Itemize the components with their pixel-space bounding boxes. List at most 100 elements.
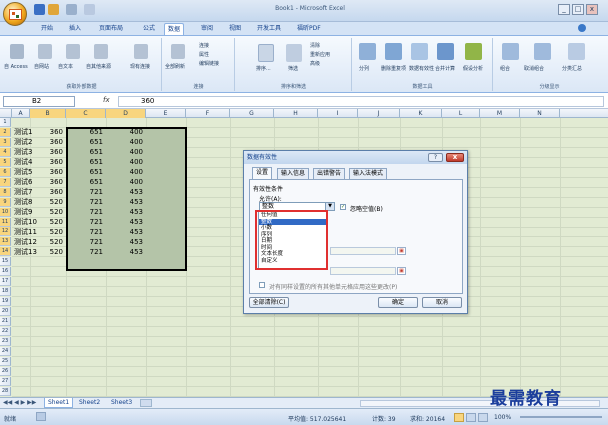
normal-view-icon[interactable] [454, 413, 464, 422]
cell-value-d[interactable]: 453 [106, 208, 146, 217]
existing-connections-label[interactable]: 现有连接 [130, 63, 150, 70]
cell-value-b[interactable]: 520 [30, 248, 66, 257]
column-header-f[interactable]: F [186, 109, 230, 118]
from-text-label[interactable]: 自文本 [58, 63, 73, 70]
insert-function-icon[interactable]: fx [103, 96, 110, 104]
row-header-23[interactable]: 23 [0, 336, 11, 346]
refresh-all-label[interactable]: 全部刷新 [165, 63, 185, 70]
cell-value-c[interactable]: 721 [66, 228, 106, 237]
cell-value-b[interactable]: 360 [30, 178, 66, 187]
cell-name[interactable]: 测试1 [14, 128, 32, 137]
tab-formulas[interactable]: 公式 [140, 23, 158, 35]
column-header-l[interactable]: L [442, 109, 480, 118]
clear-label[interactable]: 清除 [310, 42, 320, 49]
consolidate-label[interactable]: 合并计算 [435, 65, 455, 72]
select-all-corner[interactable] [0, 109, 12, 118]
chevron-down-icon[interactable]: ▼ [325, 203, 334, 210]
cell-value-c[interactable]: 721 [66, 188, 106, 197]
sheet-tab-3[interactable]: Sheet3 [108, 398, 135, 408]
column-header-k[interactable]: K [400, 109, 442, 118]
column-header-n[interactable]: N [520, 109, 560, 118]
cell-name[interactable]: 测试3 [14, 148, 32, 157]
row-header-1[interactable]: 1 [0, 118, 11, 127]
row-header-20[interactable]: 20 [0, 307, 11, 317]
row-header-27[interactable]: 27 [0, 376, 11, 386]
row-header-26[interactable]: 26 [0, 366, 11, 376]
group-label[interactable]: 组合 [500, 65, 510, 72]
cell-name[interactable]: 测试5 [14, 168, 32, 177]
clear-all-button[interactable]: 全部清除(C) [249, 297, 289, 308]
tab-review[interactable]: 审阅 [198, 23, 216, 35]
cell-value-d[interactable]: 400 [106, 158, 146, 167]
cell-value-d[interactable]: 453 [106, 248, 146, 257]
cell-value-b[interactable]: 520 [30, 218, 66, 227]
row-header-16[interactable]: 16 [0, 267, 11, 277]
row-header-9[interactable]: 9 [0, 197, 11, 207]
advanced-label[interactable]: 高级 [310, 60, 320, 67]
ignore-blank-checkbox[interactable]: ✓ [340, 204, 346, 210]
cell-name[interactable]: 测试13 [14, 248, 37, 257]
connections-label[interactable]: 连接 [199, 42, 209, 49]
cell-value-d[interactable]: 400 [106, 148, 146, 157]
cell-value-d[interactable]: 453 [106, 238, 146, 247]
row-header-21[interactable]: 21 [0, 317, 11, 326]
sheet-tab-2[interactable]: Sheet2 [76, 398, 103, 408]
data-validation-icon[interactable] [411, 43, 428, 60]
consolidate-icon[interactable] [437, 43, 454, 60]
row-header-8[interactable]: 8 [0, 187, 11, 197]
row-header-12[interactable]: 12 [0, 227, 11, 237]
cell-name[interactable]: 测试4 [14, 158, 32, 167]
row-header-17[interactable]: 17 [0, 277, 11, 287]
tab-data[interactable]: 数据 [164, 23, 185, 35]
page-layout-view-icon[interactable] [466, 413, 476, 422]
row-header-6[interactable]: 6 [0, 167, 11, 177]
page-break-view-icon[interactable] [478, 413, 488, 422]
row-header-14[interactable]: 14 [0, 247, 11, 257]
row-header-3[interactable]: 3 [0, 137, 11, 147]
cell-value-b[interactable]: 360 [30, 168, 66, 177]
cell-name[interactable]: 测试6 [14, 178, 32, 187]
sort-icon[interactable] [258, 44, 274, 62]
ungroup-icon[interactable] [534, 43, 551, 60]
cell-value-b[interactable]: 360 [30, 158, 66, 167]
cell-value-d[interactable]: 400 [106, 138, 146, 147]
undo-icon[interactable] [48, 4, 59, 15]
remove-duplicates-label[interactable]: 删除重复项 [381, 65, 406, 72]
cell-value-b[interactable]: 360 [30, 128, 66, 137]
other-sources-icon[interactable] [94, 44, 108, 59]
save-icon[interactable] [34, 4, 45, 15]
filter-icon[interactable] [286, 44, 302, 62]
cell-name[interactable]: 测试7 [14, 188, 32, 197]
help-icon[interactable] [578, 24, 586, 32]
cell-value-b[interactable]: 520 [30, 208, 66, 217]
text-to-columns-label[interactable]: 分列 [359, 65, 369, 72]
zoom-slider[interactable] [520, 416, 602, 418]
tab-view[interactable]: 视图 [226, 23, 244, 35]
cell-name[interactable]: 测试12 [14, 238, 37, 247]
cell-value-b[interactable]: 360 [30, 148, 66, 157]
customize-qat-icon[interactable] [84, 4, 95, 15]
remove-duplicates-icon[interactable] [385, 43, 402, 60]
cell-value-b[interactable]: 520 [30, 198, 66, 207]
range-picker-icon[interactable]: ▣ [397, 267, 406, 275]
cell-value-b[interactable]: 360 [30, 138, 66, 147]
row-header-25[interactable]: 25 [0, 356, 11, 366]
from-other-label[interactable]: 自其他来源 [86, 63, 111, 70]
cell-value-c[interactable]: 651 [66, 148, 106, 157]
row-header-13[interactable]: 13 [0, 237, 11, 247]
tab-page-layout[interactable]: 页面布局 [96, 23, 126, 35]
tab-insert[interactable]: 插入 [66, 23, 84, 35]
row-header-11[interactable]: 11 [0, 217, 11, 227]
column-header-i[interactable]: I [318, 109, 358, 118]
insert-sheet-icon[interactable] [140, 399, 152, 407]
column-header-h[interactable]: H [274, 109, 318, 118]
cell-value-d[interactable]: 453 [106, 218, 146, 227]
row-header-22[interactable]: 22 [0, 326, 11, 336]
ungroup-label[interactable]: 取消组合 [524, 65, 544, 72]
tab-input-message[interactable]: 输入信息 [277, 168, 310, 179]
properties-label[interactable]: 属性 [199, 51, 209, 58]
cancel-button[interactable]: 取消 [422, 297, 462, 308]
cell-value-d[interactable]: 400 [106, 178, 146, 187]
cell-value-d[interactable]: 400 [106, 168, 146, 177]
max-input[interactable] [330, 267, 396, 275]
